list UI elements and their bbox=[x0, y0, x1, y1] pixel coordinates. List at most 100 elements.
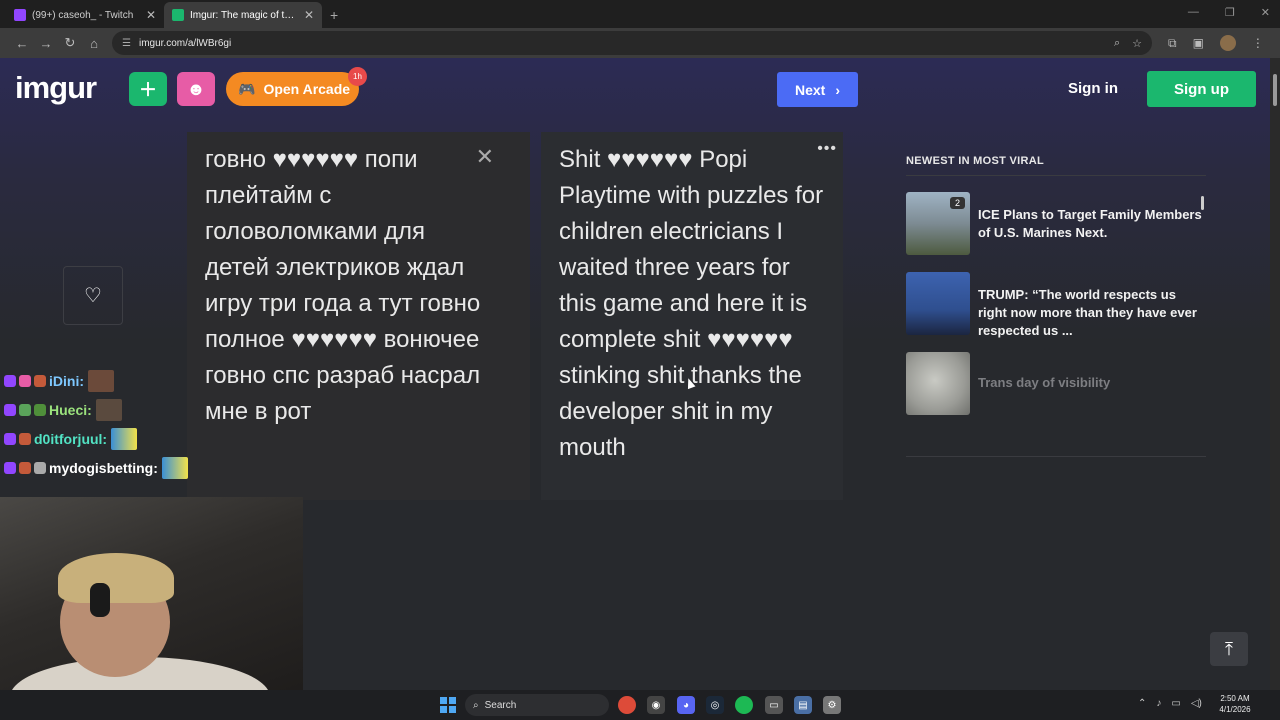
browser-tab-bar: (99+) caseoh_ - Twitch ✕ Imgur: The magi… bbox=[0, 0, 1280, 28]
badge-icon bbox=[19, 374, 31, 387]
maximize-icon[interactable]: ❐ bbox=[1225, 6, 1235, 19]
window-controls: — ❐ ✕ bbox=[1188, 6, 1270, 19]
chat-message: d0itforjuul: bbox=[4, 424, 244, 453]
favorite-button[interactable]: ♡ bbox=[63, 266, 123, 325]
image-count-badge: 2 bbox=[949, 197, 965, 209]
windows-start-icon[interactable] bbox=[440, 697, 456, 713]
badge-icon bbox=[34, 374, 46, 387]
open-arcade-button[interactable]: 🎮 Open Arcade bbox=[226, 72, 359, 106]
badge-icon bbox=[4, 432, 16, 445]
viral-item[interactable]: Trans day of visibility bbox=[906, 352, 1206, 415]
forward-icon[interactable]: → bbox=[34, 36, 58, 51]
settings-gear-icon[interactable]: ⚙ bbox=[823, 696, 841, 714]
scrollbar-thumb[interactable] bbox=[1273, 74, 1277, 106]
stream-chat-overlay: iDini: Hueci: d0itforjuul: mydogisbettin… bbox=[4, 366, 244, 482]
back-to-top-button[interactable]: ⤒ bbox=[1210, 632, 1248, 666]
badge-icon bbox=[4, 461, 16, 474]
taskbar-clock[interactable]: 2:50 AM 4/1/2026 bbox=[1215, 693, 1255, 715]
spotify-icon[interactable] bbox=[735, 696, 753, 714]
close-window-icon[interactable]: ✕ bbox=[1261, 6, 1270, 19]
tab-twitch[interactable]: (99+) caseoh_ - Twitch ✕ bbox=[6, 2, 164, 28]
close-tab-icon[interactable]: ✕ bbox=[146, 8, 156, 22]
minimize-icon[interactable]: — bbox=[1188, 6, 1199, 19]
search-icon: ⌕ bbox=[473, 699, 479, 711]
imgur-favicon-icon bbox=[172, 9, 184, 21]
emote-icon bbox=[88, 369, 114, 392]
memegen-button[interactable]: ☻ bbox=[177, 72, 215, 106]
viral-thumbnail bbox=[906, 352, 970, 415]
clock-date: 4/1/2026 bbox=[1219, 705, 1251, 714]
tab-title: (99+) caseoh_ - Twitch bbox=[32, 9, 134, 21]
new-post-button[interactable]: ＋ bbox=[129, 72, 167, 106]
badge-icon bbox=[4, 403, 16, 416]
reload-icon[interactable]: ↻ bbox=[58, 35, 82, 51]
gamepad-icon: 🎮 bbox=[238, 80, 256, 97]
twitch-favicon-icon bbox=[14, 9, 26, 21]
chevron-up-icon[interactable]: ⌃ bbox=[1138, 698, 1146, 709]
chat-username: mydogisbetting: bbox=[49, 459, 158, 476]
webcam-hair bbox=[58, 553, 174, 603]
viral-item[interactable]: TRUMP: “The world respects us right now … bbox=[906, 272, 1206, 340]
divider bbox=[906, 456, 1206, 457]
volume-icon[interactable]: ◁) bbox=[1191, 698, 1202, 709]
tab-title: Imgur: The magic of the Interne bbox=[190, 9, 298, 21]
back-icon[interactable]: ← bbox=[10, 36, 34, 51]
streamer-webcam bbox=[0, 497, 303, 720]
address-bar-row: ← → ↻ ⌂ ☰ imgur.com/a/lWBr6gi ⌕ ☆ ⧉ ▣ ⋮ bbox=[0, 28, 1280, 58]
sign-in-link[interactable]: Sign in bbox=[1068, 80, 1118, 97]
tab-search-icon[interactable]: ▣ bbox=[1193, 36, 1204, 50]
menu-dots-icon[interactable]: ⋮ bbox=[1252, 36, 1264, 50]
imgur-logo[interactable]: imgur bbox=[15, 70, 97, 106]
new-tab-icon[interactable]: + bbox=[330, 2, 338, 28]
chat-username: Hueci: bbox=[49, 401, 92, 418]
page-scrollbar[interactable] bbox=[1270, 58, 1280, 690]
zoom-icon[interactable]: ⌕ bbox=[1114, 37, 1120, 50]
chevron-right-icon: › bbox=[835, 81, 841, 98]
badge-icon bbox=[34, 461, 46, 474]
app-icon[interactable]: ▭ bbox=[765, 696, 783, 714]
chat-username: d0itforjuul: bbox=[34, 430, 108, 447]
badge-icon bbox=[4, 374, 16, 387]
url-text: imgur.com/a/lWBr6gi bbox=[138, 37, 232, 49]
discord-icon[interactable]: ◕ bbox=[677, 696, 695, 714]
arcade-badge: 1h bbox=[348, 67, 367, 86]
taskbar-search[interactable]: ⌕ Search bbox=[465, 694, 609, 716]
clock-time: 2:50 AM bbox=[1220, 694, 1250, 703]
url-field[interactable]: ☰ imgur.com/a/lWBr6gi ⌕ ☆ bbox=[112, 31, 1152, 55]
emote-icon bbox=[161, 456, 188, 479]
plus-icon: ＋ bbox=[139, 80, 157, 100]
badge-icon bbox=[19, 461, 31, 474]
more-options-icon[interactable]: ••• bbox=[817, 140, 837, 158]
viral-item[interactable]: 2 ICE Plans to Target Family Members of … bbox=[906, 192, 1206, 255]
close-tab-icon[interactable]: ✕ bbox=[304, 8, 314, 22]
network-icon[interactable]: ▭ bbox=[1171, 698, 1180, 709]
bookmark-star-icon[interactable]: ☆ bbox=[1132, 37, 1142, 50]
home-icon[interactable]: ⌂ bbox=[82, 36, 106, 51]
arcade-label: Open Arcade bbox=[263, 81, 351, 97]
profile-avatar[interactable] bbox=[1219, 35, 1236, 51]
sign-up-button[interactable]: Sign up bbox=[1147, 71, 1256, 107]
translated-text: Shit ♥♥♥♥♥♥ Popi Playtime with puzzles f… bbox=[559, 146, 824, 461]
obs-icon[interactable]: ◉ bbox=[647, 696, 665, 714]
close-icon[interactable]: ✕ bbox=[476, 144, 494, 170]
taskbar-search-label: Search bbox=[484, 699, 517, 711]
steam-icon[interactable]: ◎ bbox=[706, 696, 724, 714]
extensions-icon[interactable]: ⧉ bbox=[1168, 36, 1177, 51]
chrome-icon[interactable] bbox=[618, 696, 636, 714]
site-info-icon[interactable]: ☰ bbox=[122, 38, 131, 49]
emote-icon bbox=[111, 427, 138, 450]
chat-message: Hueci: bbox=[4, 395, 244, 424]
next-button[interactable]: Next › bbox=[777, 72, 858, 107]
viral-thumbnail: 2 bbox=[906, 192, 970, 255]
system-tray: ⌃ ♪ ▭ ◁) bbox=[1138, 698, 1202, 709]
tab-imgur[interactable]: Imgur: The magic of the Interne ✕ bbox=[164, 2, 322, 28]
chat-username: iDini: bbox=[49, 372, 84, 389]
chat-message: mydogisbetting: bbox=[4, 453, 244, 482]
windows-taskbar: ⌕ Search ◉ ◕ ◎ ▭ ▤ ⚙ ⌃ ♪ ▭ ◁) 2:50 AM 4/… bbox=[0, 690, 1280, 720]
viral-title: TRUMP: “The world respects us right now … bbox=[978, 287, 1197, 338]
notepad-icon[interactable]: ▤ bbox=[794, 696, 812, 714]
sidebar-heading: NEWEST IN MOST VIRAL bbox=[906, 155, 1044, 167]
arrow-up-icon: ⤒ bbox=[1225, 638, 1233, 659]
badge-icon bbox=[19, 432, 31, 445]
microphone-icon[interactable]: ♪ bbox=[1156, 698, 1161, 709]
